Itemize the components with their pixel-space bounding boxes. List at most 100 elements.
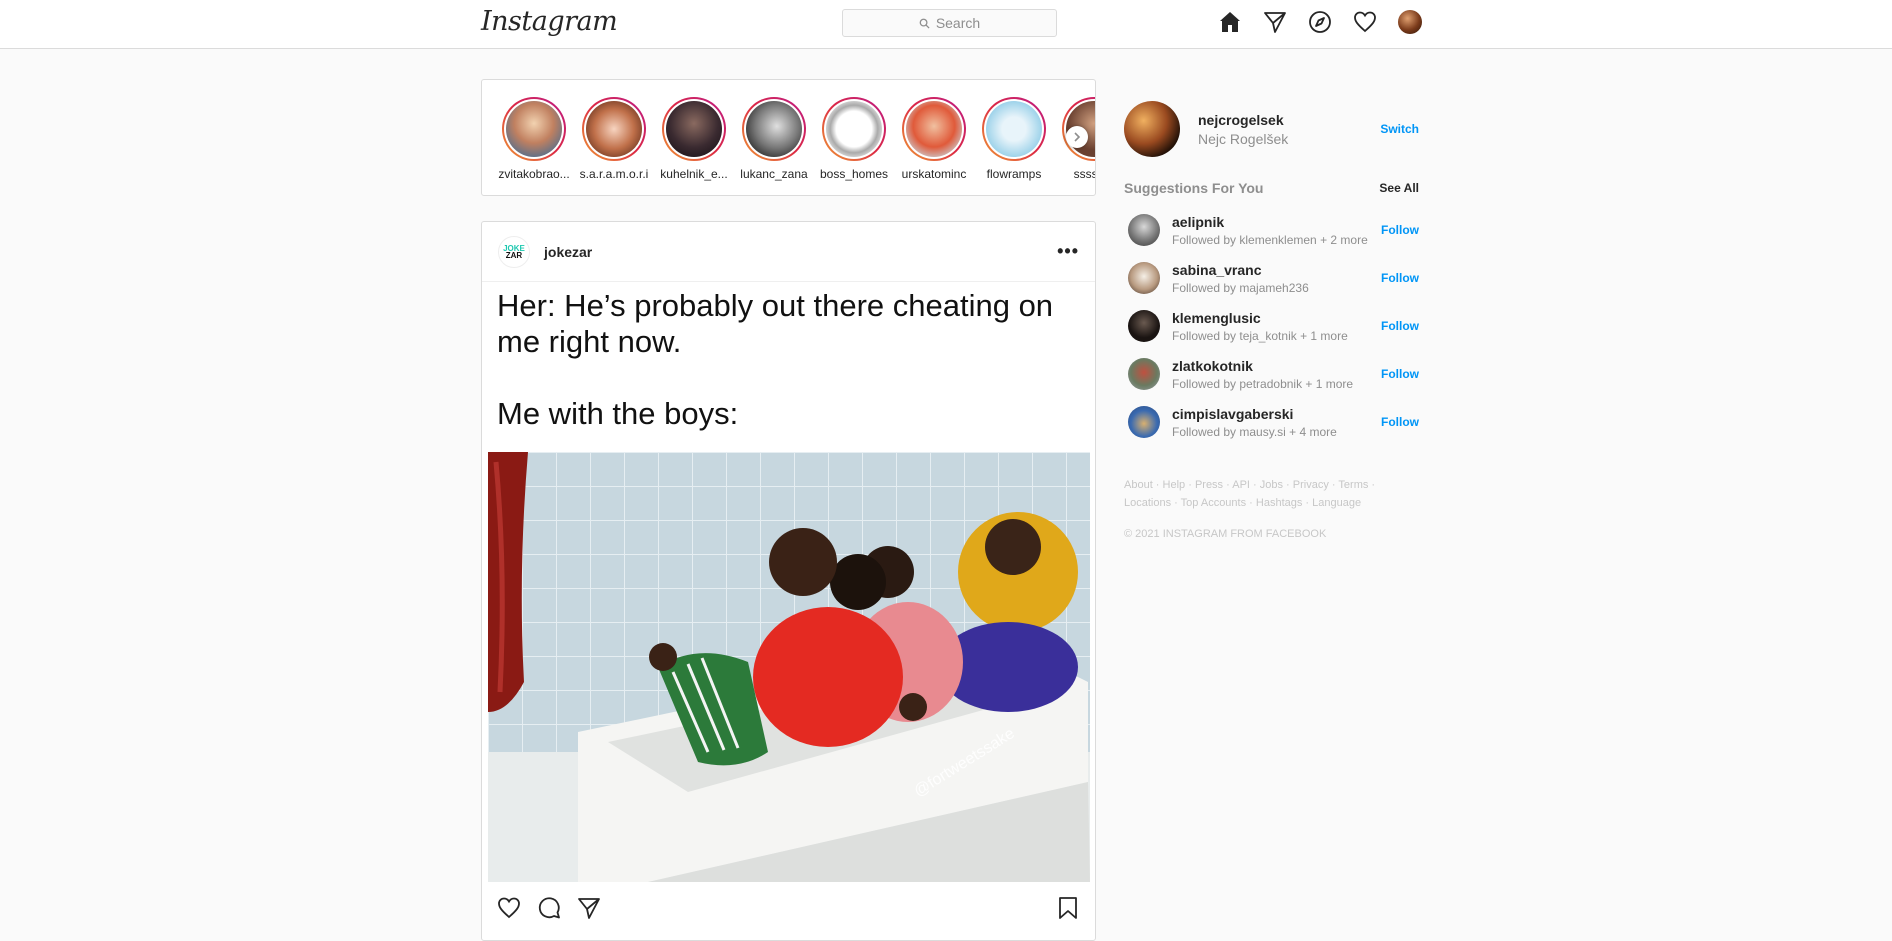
- caption-line-1: Her: He’s probably out there cheating on…: [497, 288, 1054, 359]
- story-item[interactable]: flowramps: [974, 97, 1054, 181]
- heart-icon[interactable]: [1352, 9, 1378, 35]
- story-avatar: [666, 101, 722, 157]
- footer-link-api[interactable]: API: [1232, 479, 1250, 491]
- suggestion-followed-by: Followed by majameh236: [1172, 280, 1309, 295]
- current-user: nejcrogelsek Nejc Rogelšek Switch: [1124, 100, 1419, 158]
- suggestion-item: aelipnik Followed by klemenklemen + 2 mo…: [1124, 206, 1419, 254]
- suggestion-avatar[interactable]: [1128, 262, 1160, 294]
- story-avatar: [986, 101, 1042, 157]
- suggestion-avatar[interactable]: [1128, 358, 1160, 390]
- like-heart-icon[interactable]: [496, 895, 522, 921]
- story-item[interactable]: kuhelnik_e...: [654, 97, 734, 181]
- story-item[interactable]: s.a.r.a.m.o.r.i: [574, 97, 654, 181]
- stories-tray: zvitakobrao... s.a.r.a.m.o.r.i kuhelnik_…: [481, 79, 1096, 196]
- chevron-right-icon: [1074, 132, 1081, 142]
- suggestion-username[interactable]: klemenglusic: [1172, 310, 1348, 326]
- search-input[interactable]: Search: [842, 9, 1057, 37]
- suggestion-username[interactable]: sabina_vranc: [1172, 262, 1309, 278]
- story-item[interactable]: lukanc_zana: [734, 97, 814, 181]
- instagram-logo[interactable]: Instagram: [481, 6, 618, 37]
- suggestions-list: aelipnik Followed by klemenklemen + 2 mo…: [1124, 206, 1419, 446]
- story-username: flowramps: [986, 167, 1042, 181]
- avatar-text-bottom: ZAR: [505, 250, 523, 260]
- home-icon[interactable]: [1217, 9, 1243, 35]
- story-avatar: [506, 101, 562, 157]
- story-item[interactable]: zvitakobrao...: [494, 97, 574, 181]
- footer-link-about[interactable]: About: [1124, 479, 1153, 491]
- suggestion-username[interactable]: zlatkokotnik: [1172, 358, 1353, 374]
- story-username: urskatominc: [901, 167, 967, 181]
- footer-link-top-accounts[interactable]: Top Accounts: [1181, 497, 1246, 509]
- story-avatar: [586, 101, 642, 157]
- suggestions-title: Suggestions For You: [1124, 180, 1264, 196]
- suggestion-followed-by: Followed by klemenklemen + 2 more: [1172, 232, 1368, 247]
- story-username: s.a.r.a.m.o.r.i: [579, 167, 649, 181]
- suggestion-avatar[interactable]: [1128, 310, 1160, 342]
- post-image[interactable]: @fortweetssake: [488, 452, 1090, 882]
- avatar: [1398, 10, 1422, 34]
- direct-icon[interactable]: [1262, 9, 1288, 35]
- search-icon: [919, 18, 930, 29]
- suggestion-avatar[interactable]: [1128, 406, 1160, 438]
- follow-button[interactable]: Follow: [1381, 367, 1419, 381]
- suggestion-item: zlatkokotnik Followed by petradobnik + 1…: [1124, 350, 1419, 398]
- footer-link-privacy[interactable]: Privacy: [1293, 479, 1329, 491]
- feed-post: JOKE ZAR jokezar ••• Her: He’s probably o…: [481, 221, 1096, 941]
- suggestion-followed-by: Followed by teja_kotnik + 1 more: [1172, 328, 1348, 343]
- post-header: JOKE ZAR jokezar •••: [482, 222, 1095, 282]
- story-username: zvitakobrao...: [498, 167, 570, 181]
- footer-link-jobs[interactable]: Jobs: [1260, 479, 1283, 491]
- current-fullname: Nejc Rogelšek: [1198, 130, 1289, 147]
- follow-button[interactable]: Follow: [1381, 319, 1419, 333]
- suggestion-item: klemenglusic Followed by teja_kotnik + 1…: [1124, 302, 1419, 350]
- footer-link-locations[interactable]: Locations: [1124, 497, 1171, 509]
- post-caption: Her: He’s probably out there cheating on…: [482, 282, 1095, 432]
- suggestion-username[interactable]: aelipnik: [1172, 214, 1368, 230]
- meme-photo: @fortweetssake: [488, 452, 1090, 882]
- story-avatar: [906, 101, 962, 157]
- see-all-button[interactable]: See All: [1379, 181, 1419, 195]
- search-placeholder: Search: [935, 15, 981, 31]
- explore-icon[interactable]: [1307, 9, 1333, 35]
- share-icon[interactable]: [576, 895, 602, 921]
- suggestion-followed-by: Followed by petradobnik + 1 more: [1172, 376, 1354, 391]
- post-author-avatar[interactable]: JOKE ZAR: [498, 235, 530, 268]
- nav-icons: [1217, 9, 1423, 35]
- avatar[interactable]: [1124, 101, 1180, 157]
- story-avatar: [746, 101, 802, 157]
- copyright-text: © 2021 INSTAGRAM FROM FACEBOOK: [1124, 528, 1327, 540]
- suggestion-avatar[interactable]: [1128, 214, 1160, 246]
- suggestion-followed-by: Followed by mausy.si + 4 more: [1172, 424, 1337, 439]
- footer-link-language[interactable]: Language: [1312, 497, 1361, 509]
- story-item[interactable]: urskatominc: [894, 97, 974, 181]
- suggestion-username[interactable]: cimpislavgaberski: [1172, 406, 1337, 422]
- footer-link-terms[interactable]: Terms: [1338, 479, 1368, 491]
- footer-link-help[interactable]: Help: [1163, 479, 1186, 491]
- top-navigation-bar: Instagram Search: [0, 0, 1892, 49]
- right-sidebar: nejcrogelsek Nejc Rogelšek Switch Sugges…: [1124, 100, 1419, 540]
- story-avatar: [826, 101, 882, 157]
- footer-link-press[interactable]: Press: [1195, 479, 1223, 491]
- caption-line-2: Me with the boys:: [497, 396, 739, 431]
- stories-next-button[interactable]: [1066, 126, 1088, 148]
- follow-button[interactable]: Follow: [1381, 223, 1419, 237]
- suggestion-item: cimpislavgaberski Followed by mausy.si +…: [1124, 398, 1419, 446]
- post-actions: [482, 888, 1095, 928]
- follow-button[interactable]: Follow: [1381, 271, 1419, 285]
- suggestion-item: sabina_vranc Followed by majameh236 Foll…: [1124, 254, 1419, 302]
- bookmark-icon[interactable]: [1055, 895, 1081, 921]
- post-author-username[interactable]: jokezar: [544, 244, 592, 260]
- current-username[interactable]: nejcrogelsek: [1198, 112, 1288, 128]
- story-username: boss_homes: [819, 167, 889, 181]
- story-username: lukanc_zana: [740, 167, 808, 181]
- more-options-icon[interactable]: •••: [1057, 241, 1079, 262]
- story-username: kuhelnik_e...: [660, 167, 728, 181]
- footer-link-hashtags[interactable]: Hashtags: [1256, 497, 1302, 509]
- comment-icon[interactable]: [536, 895, 562, 921]
- story-item[interactable]: boss_homes: [814, 97, 894, 181]
- story-username: ssssa...: [1073, 167, 1096, 181]
- switch-account-button[interactable]: Switch: [1380, 122, 1419, 136]
- suggestions-header: Suggestions For You See All: [1124, 180, 1419, 196]
- profile-avatar-button[interactable]: [1397, 9, 1423, 35]
- follow-button[interactable]: Follow: [1381, 415, 1419, 429]
